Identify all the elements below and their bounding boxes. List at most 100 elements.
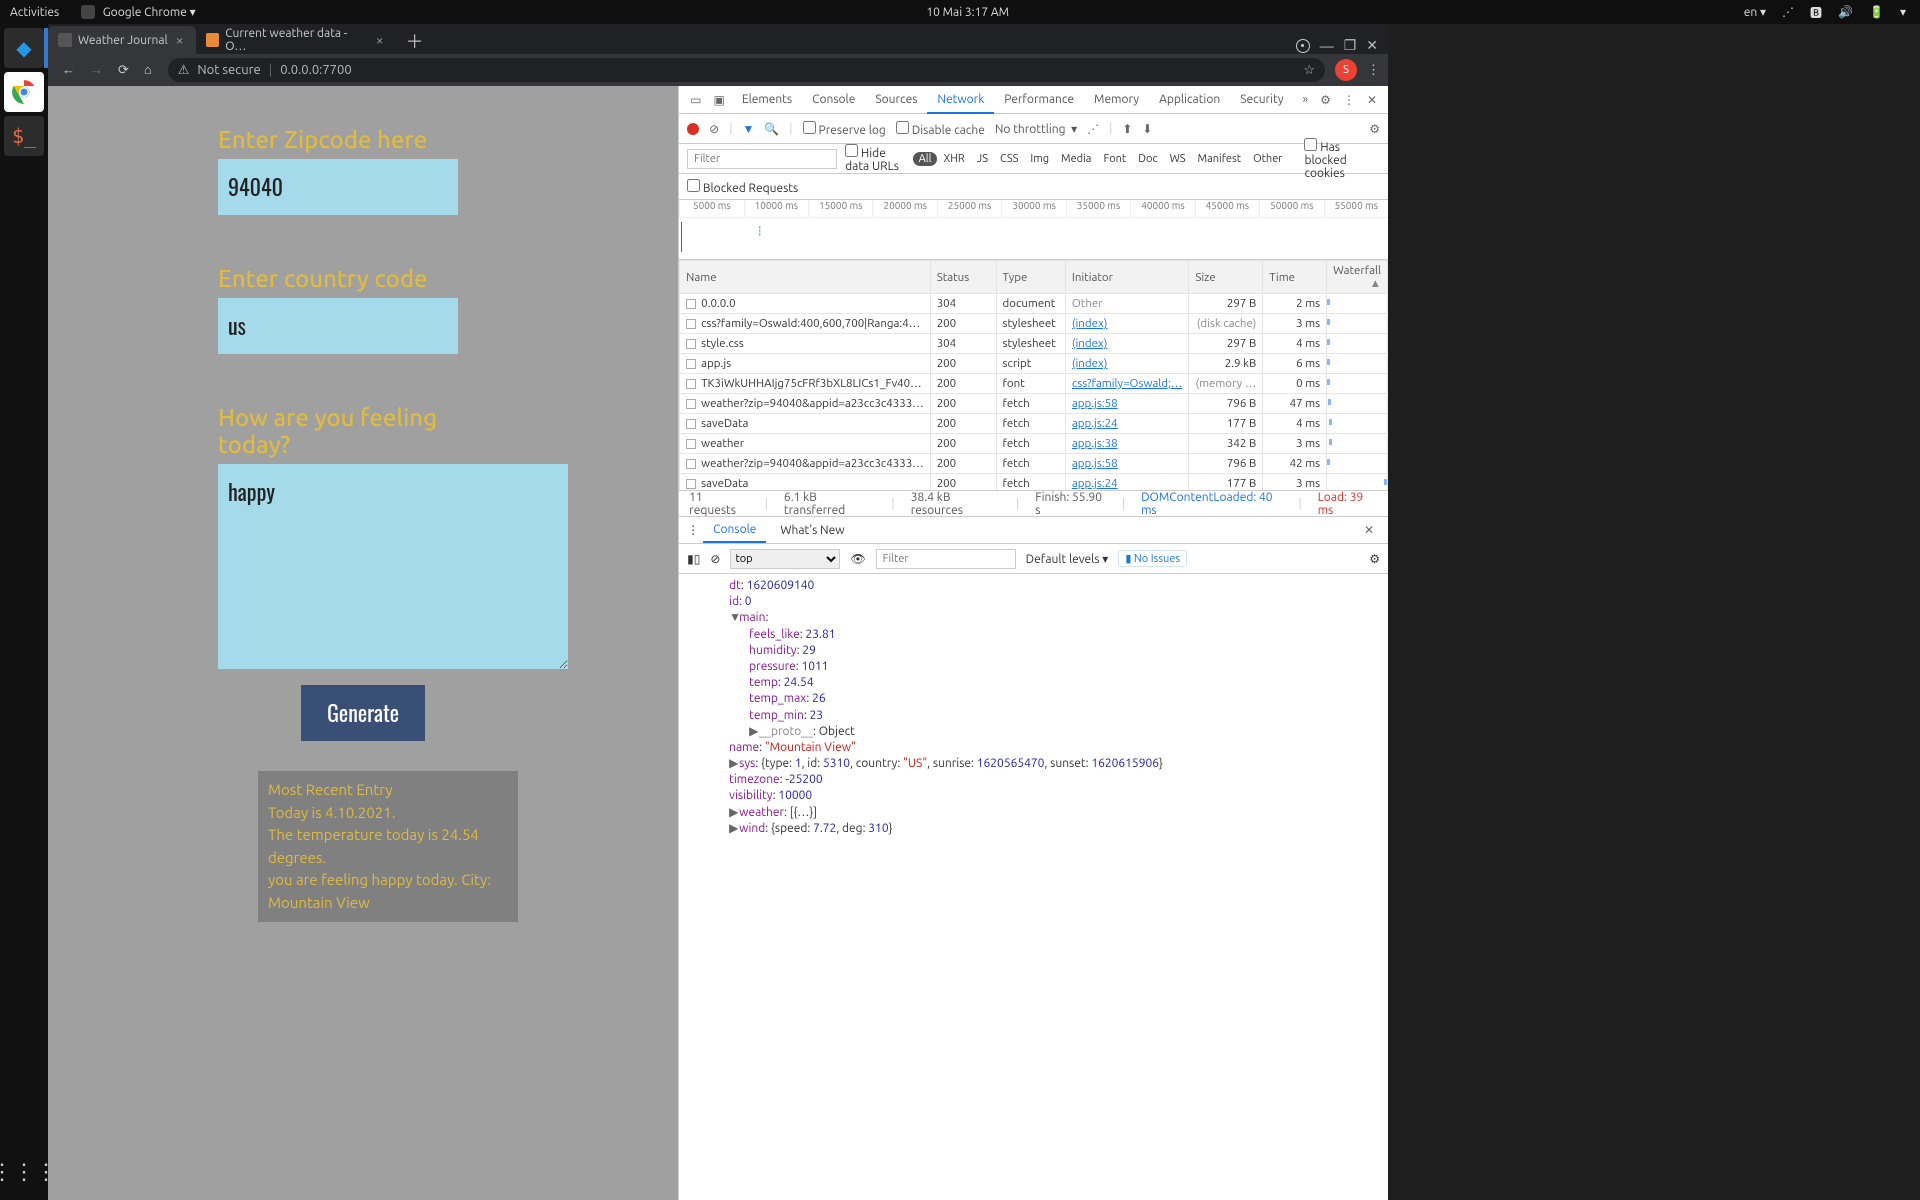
no-issues-badge[interactable]: ▮ No Issues: [1118, 550, 1187, 567]
type-pill-manifest[interactable]: Manifest: [1192, 152, 1248, 166]
browser-tab-1[interactable]: Current weather data - O… ×: [196, 26, 396, 54]
console-output[interactable]: dt: 1620609140id: 0▼main:feels_like: 23.…: [679, 574, 1388, 1200]
network-timeline[interactable]: 5000 ms10000 ms15000 ms20000 ms25000 ms3…: [679, 200, 1388, 260]
blocked-requests-checkbox[interactable]: Blocked Requests: [687, 179, 798, 195]
lang-indicator[interactable]: en ▾: [1740, 5, 1770, 19]
type-pill-xhr[interactable]: XHR: [937, 152, 970, 166]
wifi-icon[interactable]: ⋰: [1778, 5, 1798, 19]
export-har-icon[interactable]: ⬇: [1142, 122, 1152, 136]
activities-label[interactable]: Activities: [10, 6, 59, 19]
record-icon[interactable]: [687, 123, 699, 135]
url-box[interactable]: ⚠ Not secure | 0.0.0.0:7700 ☆: [168, 58, 1325, 82]
dock-chrome-icon[interactable]: [4, 72, 44, 112]
table-row[interactable]: saveData200fetchapp.js:24177 B4 ms: [680, 414, 1388, 434]
table-row[interactable]: weather?zip=94040&appid=a23cc3c4333…200f…: [680, 394, 1388, 414]
browser-tab-0[interactable]: Weather Journal ×: [48, 26, 196, 54]
chrome-menu-icon[interactable]: ⋮: [1367, 63, 1380, 78]
tab-close-icon[interactable]: ×: [374, 32, 386, 48]
devtools-tab-sources[interactable]: Sources: [865, 87, 927, 112]
network-settings-icon[interactable]: ⚙: [1369, 122, 1380, 136]
import-har-icon[interactable]: ⬆: [1122, 122, 1132, 136]
column-status[interactable]: Status: [930, 261, 996, 294]
network-filter-input[interactable]: [687, 149, 837, 169]
throttling-select[interactable]: No throttling ▾: [995, 122, 1077, 136]
zip-input[interactable]: [218, 159, 458, 215]
column-size[interactable]: Size: [1189, 261, 1263, 294]
table-row[interactable]: style.css304stylesheet(index)297 B4 ms: [680, 334, 1388, 354]
filter-toggle-icon[interactable]: ▼: [742, 122, 754, 136]
type-pill-all[interactable]: All: [913, 152, 938, 166]
devtools-tab-elements[interactable]: Elements: [732, 87, 802, 112]
console-clear-icon[interactable]: ⊘: [710, 552, 720, 566]
devtools-close-icon[interactable]: ✕: [1362, 93, 1382, 107]
generate-button[interactable]: Generate: [301, 685, 425, 741]
type-pill-font[interactable]: Font: [1097, 152, 1132, 166]
battery-icon[interactable]: 🔋: [1865, 5, 1888, 19]
column-time[interactable]: Time: [1263, 261, 1327, 294]
devtools-tab-performance[interactable]: Performance: [994, 87, 1084, 112]
devtools-tab-security[interactable]: Security: [1230, 87, 1293, 112]
power-menu-icon[interactable]: ▾: [1896, 5, 1910, 19]
wifi-conditions-icon[interactable]: ⋰: [1087, 122, 1099, 136]
network-table[interactable]: NameStatusTypeInitiatorSizeTimeWaterfall…: [679, 260, 1388, 490]
window-minimize-icon[interactable]: —: [1320, 38, 1334, 54]
feelings-textarea[interactable]: [218, 464, 568, 669]
clear-icon[interactable]: ⊘: [709, 122, 719, 136]
type-pill-img[interactable]: Img: [1024, 152, 1055, 166]
devtools-tab-network[interactable]: Network: [927, 87, 994, 114]
disable-cache-checkbox[interactable]: Disable cache: [896, 121, 985, 137]
update-indicator-icon[interactable]: [1296, 39, 1310, 53]
column-name[interactable]: Name: [680, 261, 931, 294]
type-pill-js[interactable]: JS: [971, 152, 994, 166]
type-pill-other[interactable]: Other: [1247, 152, 1288, 166]
drawer-close-icon[interactable]: ✕: [1358, 523, 1380, 537]
inspect-icon[interactable]: ▭: [685, 93, 706, 107]
console-levels-select[interactable]: Default levels ▾: [1026, 552, 1109, 566]
drawer-tab-whatsnew[interactable]: What's New: [770, 519, 854, 542]
bluetooth-icon[interactable]: 🅱: [1806, 4, 1826, 21]
nav-home-icon[interactable]: ⌂: [138, 63, 158, 77]
devtools-tab-memory[interactable]: Memory: [1084, 87, 1149, 112]
type-pill-ws[interactable]: WS: [1164, 152, 1192, 166]
tab-close-icon[interactable]: ×: [174, 32, 186, 48]
device-toggle-icon[interactable]: ▣: [709, 93, 730, 107]
console-filter-input[interactable]: [876, 549, 1016, 569]
column-type[interactable]: Type: [996, 261, 1065, 294]
type-pill-media[interactable]: Media: [1055, 152, 1097, 166]
nav-reload-icon[interactable]: ⟳: [112, 63, 135, 77]
table-row[interactable]: css?family=Oswald:400,600,700|Ranga:4…20…: [680, 314, 1388, 334]
preserve-log-checkbox[interactable]: Preserve log: [803, 121, 886, 137]
nav-forward-icon[interactable]: →: [84, 63, 109, 77]
dock-vscode-icon[interactable]: ◆: [4, 28, 44, 68]
type-pill-doc[interactable]: Doc: [1132, 152, 1163, 166]
devtools-tab-console[interactable]: Console: [802, 87, 865, 112]
nav-back-icon[interactable]: ←: [56, 63, 81, 77]
table-row[interactable]: TK3iWkUHHAIjg75cFRf3bXL8LICs1_Fv40…200fo…: [680, 374, 1388, 394]
hide-data-urls-checkbox[interactable]: Hide data URLs: [845, 144, 904, 173]
table-row[interactable]: app.js200script(index)2.9 kB6 ms: [680, 354, 1388, 374]
drawer-tab-console[interactable]: Console: [703, 518, 766, 543]
type-pill-css[interactable]: CSS: [994, 152, 1024, 166]
table-row[interactable]: weather200fetchapp.js:38342 B3 ms: [680, 434, 1388, 454]
profile-avatar[interactable]: S: [1335, 59, 1357, 81]
kebab-icon[interactable]: ⋮: [1338, 93, 1360, 107]
live-expression-icon[interactable]: 👁: [850, 552, 865, 566]
dock-apps-icon[interactable]: ⋮⋮⋮: [4, 1152, 44, 1192]
table-row[interactable]: saveData200fetchapp.js:24177 B3 ms: [680, 474, 1388, 491]
table-row[interactable]: 0.0.0.0304documentOther297 B2 ms: [680, 294, 1388, 314]
table-row[interactable]: weather?zip=94040&appid=a23cc3c4333…200f…: [680, 454, 1388, 474]
window-close-icon[interactable]: ✕: [1366, 37, 1378, 54]
more-tabs-icon[interactable]: »: [1298, 93, 1314, 106]
console-context-select[interactable]: top: [730, 549, 840, 569]
settings-icon[interactable]: ⚙: [1315, 93, 1336, 107]
window-maximize-icon[interactable]: ❐: [1344, 37, 1357, 54]
app-menu-label[interactable]: Google Chrome ▾: [103, 5, 196, 19]
column-initiator[interactable]: Initiator: [1065, 261, 1188, 294]
column-waterfall[interactable]: Waterfall ▲: [1327, 261, 1388, 294]
devtools-tab-application[interactable]: Application: [1149, 87, 1230, 112]
bookmark-icon[interactable]: ☆: [1303, 63, 1315, 78]
search-icon[interactable]: 🔍: [764, 122, 779, 136]
console-settings-icon[interactable]: ⚙: [1369, 552, 1380, 566]
country-input[interactable]: [218, 298, 458, 354]
new-tab-button[interactable]: ＋: [396, 28, 434, 54]
